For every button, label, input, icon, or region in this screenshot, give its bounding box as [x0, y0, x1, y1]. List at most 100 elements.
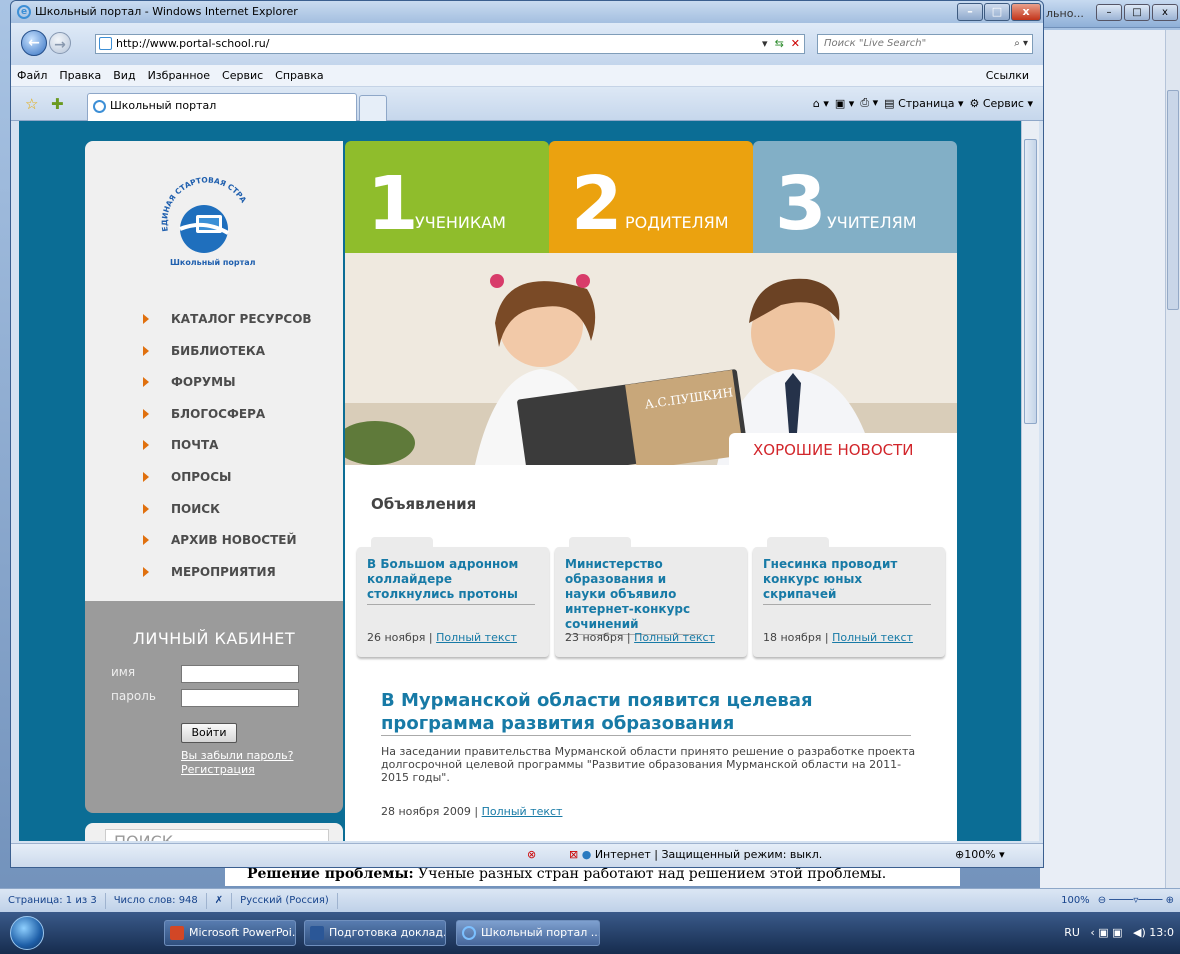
card-full-text-link[interactable]: Полный текст — [832, 631, 913, 644]
word-scroll-thumb[interactable] — [1167, 90, 1179, 310]
cabinet-title: ЛИЧНЫЙ КАБИНЕТ — [132, 629, 296, 648]
ie-tab-icon — [93, 100, 106, 113]
word-window-titlebar: льно... – □ x — [1040, 0, 1180, 28]
clock[interactable]: 13:0 — [1149, 926, 1174, 939]
nav-item-news-archive[interactable]: АРХИВ НОВОСТЕЙ — [143, 532, 312, 564]
article-full-text-link[interactable]: Полный текст — [482, 805, 563, 818]
menu-edit[interactable]: Правка — [53, 69, 107, 82]
zone-text: Интернет | Защищенный режим: выкл. — [594, 848, 823, 861]
new-tab-button[interactable] — [359, 95, 387, 121]
taskbar-item-powerpoint[interactable]: Microsoft PowerPoi... — [164, 920, 296, 946]
word-status-language[interactable]: Русский (Россия) — [232, 892, 338, 909]
word-zoom-level[interactable]: 100% — [1061, 895, 1098, 906]
tab-bar: ☆ ✚ Школьный портал ⌂ ▾ ▣ ▾ ⎙ ▾ ▤ Страни… — [11, 87, 1043, 121]
word-icon — [310, 926, 324, 940]
ie-maximize-button[interactable]: □ — [984, 3, 1010, 21]
tools-menu[interactable]: ⚙ Сервис ▾ — [969, 97, 1033, 110]
favorites-star-icon[interactable]: ☆ — [25, 95, 38, 113]
ie-titlebar: e Школьный портал - Windows Internet Exp… — [11, 1, 1043, 23]
nav-item-catalog[interactable]: КАТАЛОГ РЕСУРСОВ — [143, 311, 312, 343]
card-full-text-link[interactable]: Полный текст — [634, 631, 715, 644]
word-title-text: льно... — [1046, 7, 1084, 20]
nav-item-search[interactable]: ПОИСК — [143, 501, 312, 533]
word-maximize-button[interactable]: □ — [1124, 4, 1150, 21]
back-button[interactable]: ← — [21, 30, 47, 56]
login-button[interactable]: Войти — [181, 723, 237, 743]
popup-blocker-icon[interactable]: ⊗ — [527, 848, 536, 861]
menu-view[interactable]: Вид — [107, 69, 141, 82]
powerpoint-icon — [170, 926, 184, 940]
article-title[interactable]: В Мурманской области появится целевая пр… — [381, 689, 911, 736]
ie-scroll-thumb[interactable] — [1024, 139, 1037, 424]
announcement-card[interactable]: Министерство образования и науки объявил… — [555, 537, 747, 657]
doc-bold-text: Решение проблемы: — [247, 866, 414, 882]
word-close-button[interactable]: x — [1152, 4, 1178, 21]
card-title[interactable]: Гнесинка проводит конкурс юных скрипачей — [763, 557, 931, 605]
logo-text: Школьный портал — [170, 258, 256, 267]
feeds-icon[interactable]: ▣ ▾ — [835, 97, 854, 110]
ie-close-button[interactable]: x — [1011, 3, 1041, 21]
tile-label: РОДИТЕЛЯМ — [625, 213, 729, 232]
nav-item-events[interactable]: МЕРОПРИЯТИЯ — [143, 564, 312, 596]
menu-favorites[interactable]: Избранное — [142, 69, 216, 82]
portal-logo[interactable]: ЕДИНАЯ СТАРТОВАЯ СТРАНИЦА Школьный порта… — [150, 169, 260, 279]
forward-button[interactable]: → — [49, 32, 71, 54]
nav-item-library[interactable]: БИБЛИОТЕКА — [143, 343, 312, 375]
search-input[interactable]: Поиск "Live Search" ⌕ ▾ — [817, 34, 1033, 54]
sidebar-search-input[interactable]: ПОИСК — [105, 829, 329, 841]
sidebar-search: ПОИСК — [85, 823, 343, 841]
search-icon[interactable]: ⌕ ▾ — [1014, 35, 1028, 53]
nav-item-blogosphere[interactable]: БЛОГОСФЕРА — [143, 406, 312, 438]
name-input[interactable] — [181, 665, 299, 683]
announcements-heading: Объявления — [371, 495, 477, 513]
links-menu[interactable]: Ссылки — [980, 69, 1043, 82]
good-news-tab[interactable]: ХОРОШИЕ НОВОСТИ — [729, 433, 957, 465]
word-vertical-scrollbar[interactable] — [1165, 30, 1180, 890]
announcement-card[interactable]: В Большом адронном коллайдере столкнулис… — [357, 537, 549, 657]
nav-item-polls[interactable]: ОПРОСЫ — [143, 469, 312, 501]
password-input[interactable] — [181, 689, 299, 707]
print-icon[interactable]: ⎙ ▾ — [860, 96, 878, 110]
tab-school-portal[interactable]: Школьный портал — [87, 93, 357, 121]
card-full-text-link[interactable]: Полный текст — [436, 631, 517, 644]
ie-minimize-button[interactable]: – — [957, 3, 983, 21]
page-icon — [99, 37, 112, 50]
tile-parents[interactable]: 2 РОДИТЕЛЯМ — [549, 141, 753, 253]
internet-zone[interactable]: ⊠ ● Интернет | Защищенный режим: выкл. — [569, 848, 822, 861]
address-controls[interactable]: ▾ ⇆ ✕ — [762, 35, 800, 53]
good-news-label: ХОРОШИЕ НОВОСТИ — [753, 441, 914, 459]
menu-tools[interactable]: Сервис — [216, 69, 269, 82]
card-date: 26 ноября | Полный текст — [367, 631, 517, 644]
add-favorite-icon[interactable]: ✚ — [51, 95, 64, 113]
spellcheck-icon[interactable]: ✗ — [207, 892, 233, 909]
word-status-page[interactable]: Страница: 1 из 3 — [0, 892, 106, 909]
home-icon[interactable]: ⌂ ▾ — [813, 97, 829, 110]
nav-item-forums[interactable]: ФОРУМЫ — [143, 374, 312, 406]
tile-teachers[interactable]: 3 УЧИТЕЛЯМ — [753, 141, 957, 253]
nav-item-mail[interactable]: ПОЧТА — [143, 437, 312, 469]
page-menu[interactable]: ▤ Страница ▾ — [884, 97, 963, 110]
card-title[interactable]: В Большом адронном коллайдере столкнулис… — [367, 557, 535, 605]
menu-help[interactable]: Справка — [269, 69, 329, 82]
ie-vertical-scrollbar[interactable] — [1021, 121, 1039, 841]
announcement-card[interactable]: Гнесинка проводит конкурс юных скрипачей… — [753, 537, 945, 657]
forgot-password-link[interactable]: Вы забыли пароль? — [181, 749, 293, 762]
sidebar: ЕДИНАЯ СТАРТОВАЯ СТРАНИЦА Школьный порта… — [85, 141, 343, 601]
address-input[interactable]: http://www.portal-school.ru/ ▾ ⇆ ✕ — [95, 34, 805, 54]
ie-zoom[interactable]: ⊕100% ▾ — [955, 848, 1005, 861]
taskbar-item-ie[interactable]: Школьный портал ... — [456, 920, 600, 946]
language-indicator[interactable]: RU — [1064, 926, 1080, 939]
card-title[interactable]: Министерство образования и науки объявил… — [565, 557, 703, 635]
card-date: 23 ноября | Полный текст — [565, 631, 715, 644]
word-zoom-slider[interactable]: ⊖ ────▿──── ⊕ — [1098, 895, 1180, 906]
register-link[interactable]: Регистрация — [181, 763, 255, 776]
word-minimize-button[interactable]: – — [1096, 4, 1122, 21]
tile-students[interactable]: 1 УЧЕНИКАМ — [345, 141, 549, 253]
word-status-words[interactable]: Число слов: 948 — [106, 892, 207, 909]
system-tray: RU ‹ ▣ ▣ ◀) 13:0 — [1064, 926, 1174, 939]
start-button[interactable] — [10, 916, 44, 950]
search-placeholder: Поиск "Live Search" — [824, 38, 927, 49]
tab-label: Школьный портал — [110, 99, 217, 112]
taskbar-item-word[interactable]: Подготовка доклад... — [304, 920, 446, 946]
menu-file[interactable]: Файл — [11, 69, 53, 82]
